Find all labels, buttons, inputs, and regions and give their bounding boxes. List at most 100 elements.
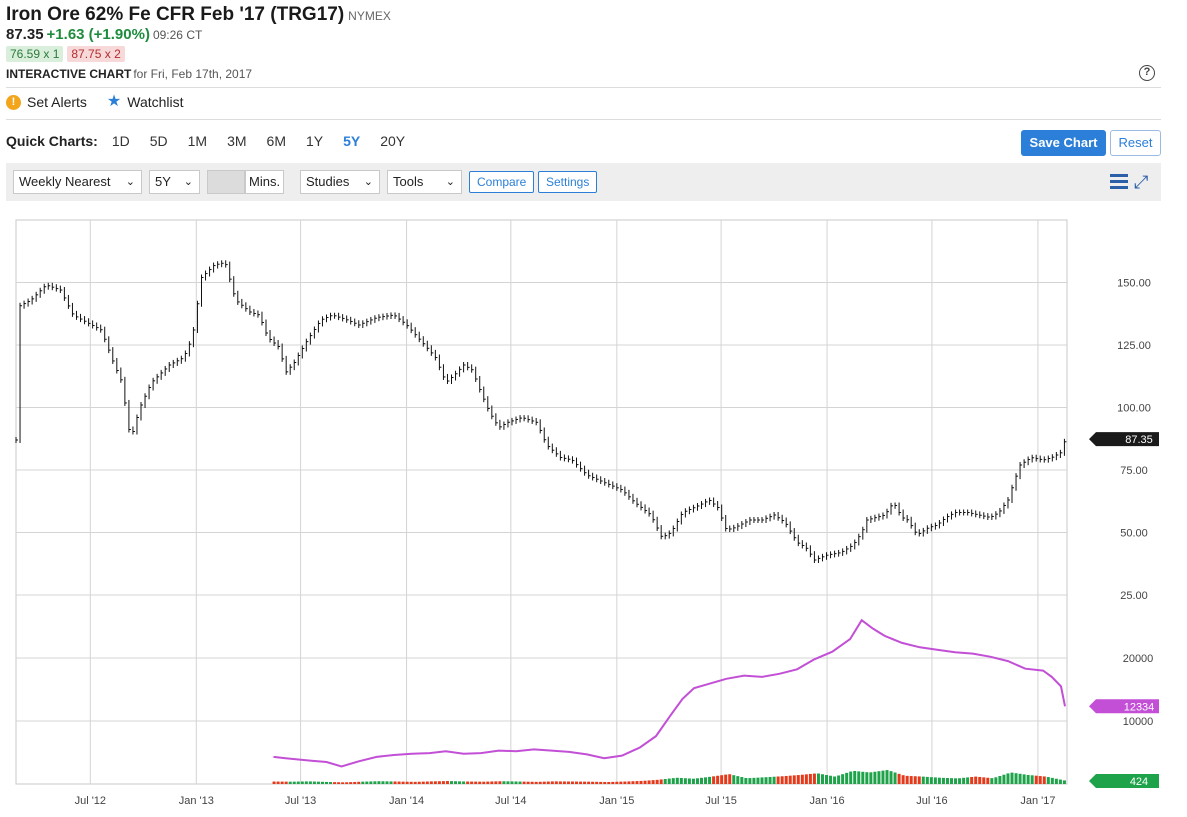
volume-bar [772,776,776,784]
minutes-input[interactable] [207,170,245,194]
volume-bar [820,774,824,784]
volume-bar [998,776,1002,784]
chevron-down-icon: ⌄ [183,176,193,188]
volume-bar [1010,772,1014,784]
volume-bar [437,781,441,784]
volume-bar [413,781,417,784]
volume-bar [1034,775,1038,784]
volume-bar [385,781,389,784]
volume-bar [933,777,937,784]
quick-1m[interactable]: 1M [188,133,207,149]
x-tick-label: Jul '16 [916,795,947,807]
volume-bar [925,776,929,784]
volume-bar [655,779,659,784]
quick-1d[interactable]: 1D [112,133,130,149]
volume-bar [833,776,837,784]
volume-bar [913,776,917,784]
volume-bar [816,773,820,784]
quick-5d[interactable]: 5D [150,133,168,149]
volume-bar [534,781,538,784]
volume-bar [958,778,962,784]
volume-bar [522,781,526,784]
volume-bar [752,777,756,784]
volume-bar [579,781,583,784]
y-tick-label: 100.00 [1117,403,1151,415]
volume-bar [837,775,841,784]
studies-select[interactable]: Studies ⌄ [300,170,380,194]
help-icon[interactable]: ? [1139,65,1155,81]
quick-charts: Quick Charts: 1D 5D 1M 3M 6M 1Y 5Y 20Y [6,133,405,149]
x-tick-label: Jan '15 [599,795,634,807]
y-tick-label: 75.00 [1120,465,1148,477]
volume-bar [974,776,978,784]
divider [6,87,1161,88]
volume-bar [441,781,445,784]
volume-bar [498,781,502,784]
volume-bar [716,775,720,784]
watchlist-link[interactable]: ★ Watchlist [106,93,184,111]
volume-bar [482,781,486,784]
page-title: Iron Ore 62% Fe CFR Feb '17 (TRG17) NYMEX [6,4,391,26]
volume-bar [853,770,857,784]
volume-bar [607,781,611,784]
volume-bar [647,780,651,784]
volume-bar [845,772,849,784]
quick-3m[interactable]: 3M [227,133,246,149]
set-alerts-link[interactable]: ! Set Alerts [6,94,87,110]
star-icon: ★ [106,93,122,110]
reset-button[interactable]: Reset [1110,130,1161,156]
y-tick-label: 50.00 [1120,528,1148,540]
volume-bar [1046,777,1050,784]
settings-button[interactable]: Settings [538,171,598,193]
volume-bar [950,778,954,784]
action-bar: ! Set Alerts ★ Watchlist [6,94,184,110]
volume-bar [599,781,603,784]
save-chart-button[interactable]: Save Chart [1021,130,1106,156]
volume-bar [756,777,760,784]
expand-icon[interactable]: ⤢ [1134,172,1148,193]
volume-bar [986,777,990,784]
chart-area[interactable]: Jul '12 Jan '13 Jul '13 Jan '14 Jul '14 Jan '… [0,210,1187,817]
volume-bar [764,777,768,784]
quick-1y[interactable]: 1Y [306,133,323,149]
menu-icon[interactable] [1110,174,1128,190]
tools-label: Tools [393,174,424,189]
volume-bar [357,781,361,784]
volume-bar [780,776,784,784]
volume-bar [296,781,300,784]
volume-bar [784,775,788,784]
volume-bar [732,775,736,784]
volume-bar [510,781,514,784]
volume-bar [861,771,865,784]
quick-5y[interactable]: 5Y [343,133,360,149]
interval-select[interactable]: Weekly Nearest ⌄ [13,170,142,194]
volume-bar [405,781,409,784]
volume-bar [458,781,462,784]
quick-6m[interactable]: 6M [267,133,286,149]
volume-bar [365,781,369,784]
volume-bar [619,781,623,784]
compare-button[interactable]: Compare [469,171,535,193]
volume-bar [361,781,365,784]
range-select[interactable]: 5Y ⌄ [149,170,200,194]
volume-bar [659,779,663,784]
volume-bar [329,782,333,784]
minutes-label: Mins. [245,170,285,194]
volume-bar [449,781,453,784]
volume-bar [796,775,800,784]
tools-select[interactable]: Tools ⌄ [387,170,462,194]
volume-bar [425,781,429,784]
volume-bar [994,777,998,784]
volume-bar [1026,774,1030,784]
quick-20y[interactable]: 20Y [380,133,405,149]
volume-bar [575,781,579,784]
last-price: 87.35 [6,26,44,43]
volume-bar [433,781,437,784]
volume-bar [445,781,449,784]
x-tick-label: Jul '12 [75,795,106,807]
chart-date: for Fri, Feb 17th, 2017 [133,67,253,81]
volume-bar [667,778,671,784]
price-line: 87.35 +1.63 (+1.90%) 09:26 CT [6,26,202,43]
volume-bar [514,781,518,784]
volume-bar [538,781,542,784]
